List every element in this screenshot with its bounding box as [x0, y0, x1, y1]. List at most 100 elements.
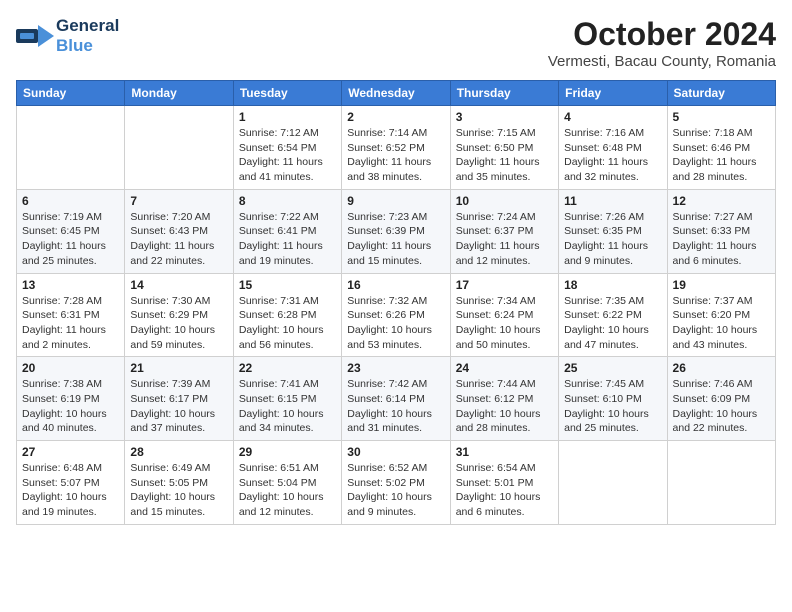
day-number: 29: [239, 445, 336, 459]
day-number: 8: [239, 194, 336, 208]
day-info: Sunrise: 7:24 AMSunset: 6:37 PMDaylight:…: [456, 210, 553, 269]
day-info: Sunrise: 7:20 AMSunset: 6:43 PMDaylight:…: [130, 210, 227, 269]
day-info: Sunrise: 7:12 AMSunset: 6:54 PMDaylight:…: [239, 126, 336, 185]
day-number: 25: [564, 361, 661, 375]
day-number: 26: [673, 361, 770, 375]
day-info: Sunrise: 7:28 AMSunset: 6:31 PMDaylight:…: [22, 294, 119, 353]
calendar-cell: 12 Sunrise: 7:27 AMSunset: 6:33 PMDayligh…: [667, 189, 775, 273]
day-info: Sunrise: 6:48 AMSunset: 5:07 PMDaylight:…: [22, 461, 119, 520]
calendar-cell: 28Sunrise: 6:49 AMSunset: 5:05 PMDayligh…: [125, 441, 233, 525]
day-info: Sunrise: 7:27 AMSunset: 6:33 PMDaylight:…: [673, 210, 770, 269]
logo: General Blue: [16, 16, 119, 56]
calendar-cell: 29 Sunrise: 6:51 AMSunset: 5:04 PMDayligh…: [233, 441, 341, 525]
day-info: Sunrise: 7:42 AMSunset: 6:14 PMDaylight:…: [347, 377, 444, 436]
day-info: Sunrise: 7:14 AMSunset: 6:52 PMDaylight:…: [347, 126, 444, 185]
calendar-cell: [667, 441, 775, 525]
day-number: 31: [456, 445, 553, 459]
calendar-cell: [17, 106, 125, 190]
page-header: General Blue October 2024 Vermesti, Baca…: [16, 16, 776, 70]
calendar-cell: 27 Sunrise: 6:48 AMSunset: 5:07 PMDayligh…: [17, 441, 125, 525]
calendar-cell: 26 Sunrise: 7:46 AMSunset: 6:09 PMDayligh…: [667, 357, 775, 441]
calendar-header-row: SundayMondayTuesdayWednesdayThursdayFrid…: [17, 81, 776, 106]
calendar-cell: 19 Sunrise: 7:37 AMSunset: 6:20 PMDayligh…: [667, 273, 775, 357]
day-info: Sunrise: 7:45 AMSunset: 6:10 PMDaylight:…: [564, 377, 661, 436]
day-number: 1: [239, 110, 336, 124]
calendar-cell: 25 Sunrise: 7:45 AMSunset: 6:10 PMDayligh…: [559, 357, 667, 441]
logo-icon: [16, 21, 54, 51]
day-number: 27: [22, 445, 119, 459]
day-info: Sunrise: 6:54 AMSunset: 5:01 PMDaylight:…: [456, 461, 553, 520]
day-number: 30: [347, 445, 444, 459]
day-info: Sunrise: 7:37 AMSunset: 6:20 PMDaylight:…: [673, 294, 770, 353]
day-number: 20: [22, 361, 119, 375]
day-number: 24: [456, 361, 553, 375]
day-number: 9: [347, 194, 444, 208]
day-info: Sunrise: 7:15 AMSunset: 6:50 PMDaylight:…: [456, 126, 553, 185]
logo-blue: Blue: [56, 36, 93, 55]
calendar-cell: 23 Sunrise: 7:42 AMSunset: 6:14 PMDayligh…: [342, 357, 450, 441]
calendar-cell: 31 Sunrise: 6:54 AMSunset: 5:01 PMDayligh…: [450, 441, 558, 525]
month-title: October 2024: [548, 16, 776, 53]
day-number: 2: [347, 110, 444, 124]
calendar-cell: 16 Sunrise: 7:32 AMSunset: 6:26 PMDayligh…: [342, 273, 450, 357]
day-number: 18: [564, 278, 661, 292]
day-number: 12: [673, 194, 770, 208]
calendar-week-row: 20Sunrise: 7:38 AMSunset: 6:19 PMDayligh…: [17, 357, 776, 441]
day-number: 7: [130, 194, 227, 208]
calendar-cell: 8 Sunrise: 7:22 AMSunset: 6:41 PMDaylight…: [233, 189, 341, 273]
calendar-cell: [125, 106, 233, 190]
calendar-cell: 10 Sunrise: 7:24 AMSunset: 6:37 PMDayligh…: [450, 189, 558, 273]
calendar-cell: 9 Sunrise: 7:23 AMSunset: 6:39 PMDaylight…: [342, 189, 450, 273]
calendar-week-row: 1 Sunrise: 7:12 AMSunset: 6:54 PMDaylight…: [17, 106, 776, 190]
day-info: Sunrise: 7:18 AMSunset: 6:46 PMDaylight:…: [673, 126, 770, 185]
calendar-table: SundayMondayTuesdayWednesdayThursdayFrid…: [16, 80, 776, 525]
day-number: 5: [673, 110, 770, 124]
calendar-week-row: 6 Sunrise: 7:19 AMSunset: 6:45 PMDaylight…: [17, 189, 776, 273]
day-number: 6: [22, 194, 119, 208]
calendar-cell: 5 Sunrise: 7:18 AMSunset: 6:46 PMDaylight…: [667, 106, 775, 190]
day-info: Sunrise: 7:46 AMSunset: 6:09 PMDaylight:…: [673, 377, 770, 436]
day-number: 16: [347, 278, 444, 292]
day-info: Sunrise: 7:32 AMSunset: 6:26 PMDaylight:…: [347, 294, 444, 353]
calendar-week-row: 27 Sunrise: 6:48 AMSunset: 5:07 PMDayligh…: [17, 441, 776, 525]
day-info: Sunrise: 6:52 AMSunset: 5:02 PMDaylight:…: [347, 461, 444, 520]
day-number: 22: [239, 361, 336, 375]
day-info: Sunrise: 7:22 AMSunset: 6:41 PMDaylight:…: [239, 210, 336, 269]
day-info: Sunrise: 7:19 AMSunset: 6:45 PMDaylight:…: [22, 210, 119, 269]
calendar-header-tuesday: Tuesday: [233, 81, 341, 106]
day-info: Sunrise: 6:51 AMSunset: 5:04 PMDaylight:…: [239, 461, 336, 520]
day-info: Sunrise: 7:31 AMSunset: 6:28 PMDaylight:…: [239, 294, 336, 353]
location-subtitle: Vermesti, Bacau County, Romania: [548, 53, 776, 70]
day-number: 10: [456, 194, 553, 208]
calendar-cell: 14 Sunrise: 7:30 AMSunset: 6:29 PMDayligh…: [125, 273, 233, 357]
day-number: 17: [456, 278, 553, 292]
day-number: 19: [673, 278, 770, 292]
day-number: 4: [564, 110, 661, 124]
day-number: 13: [22, 278, 119, 292]
calendar-cell: 18Sunrise: 7:35 AMSunset: 6:22 PMDayligh…: [559, 273, 667, 357]
calendar-header-sunday: Sunday: [17, 81, 125, 106]
calendar-cell: 1 Sunrise: 7:12 AMSunset: 6:54 PMDaylight…: [233, 106, 341, 190]
day-number: 28: [130, 445, 227, 459]
calendar-header-monday: Monday: [125, 81, 233, 106]
calendar-header-friday: Friday: [559, 81, 667, 106]
calendar-cell: 20Sunrise: 7:38 AMSunset: 6:19 PMDayligh…: [17, 357, 125, 441]
calendar-cell: 6 Sunrise: 7:19 AMSunset: 6:45 PMDaylight…: [17, 189, 125, 273]
calendar-header-saturday: Saturday: [667, 81, 775, 106]
day-info: Sunrise: 7:39 AMSunset: 6:17 PMDaylight:…: [130, 377, 227, 436]
day-info: Sunrise: 7:44 AMSunset: 6:12 PMDaylight:…: [456, 377, 553, 436]
day-info: Sunrise: 7:23 AMSunset: 6:39 PMDaylight:…: [347, 210, 444, 269]
day-number: 21: [130, 361, 227, 375]
day-number: 15: [239, 278, 336, 292]
calendar-cell: 15 Sunrise: 7:31 AMSunset: 6:28 PMDayligh…: [233, 273, 341, 357]
calendar-cell: 13 Sunrise: 7:28 AMSunset: 6:31 PMDayligh…: [17, 273, 125, 357]
day-number: 14: [130, 278, 227, 292]
day-info: Sunrise: 7:30 AMSunset: 6:29 PMDaylight:…: [130, 294, 227, 353]
calendar-cell: 22Sunrise: 7:41 AMSunset: 6:15 PMDayligh…: [233, 357, 341, 441]
calendar-header-thursday: Thursday: [450, 81, 558, 106]
calendar-cell: 2 Sunrise: 7:14 AMSunset: 6:52 PMDaylight…: [342, 106, 450, 190]
day-number: 23: [347, 361, 444, 375]
day-number: 3: [456, 110, 553, 124]
calendar-cell: 11Sunrise: 7:26 AMSunset: 6:35 PMDayligh…: [559, 189, 667, 273]
calendar-cell: 7 Sunrise: 7:20 AMSunset: 6:43 PMDaylight…: [125, 189, 233, 273]
